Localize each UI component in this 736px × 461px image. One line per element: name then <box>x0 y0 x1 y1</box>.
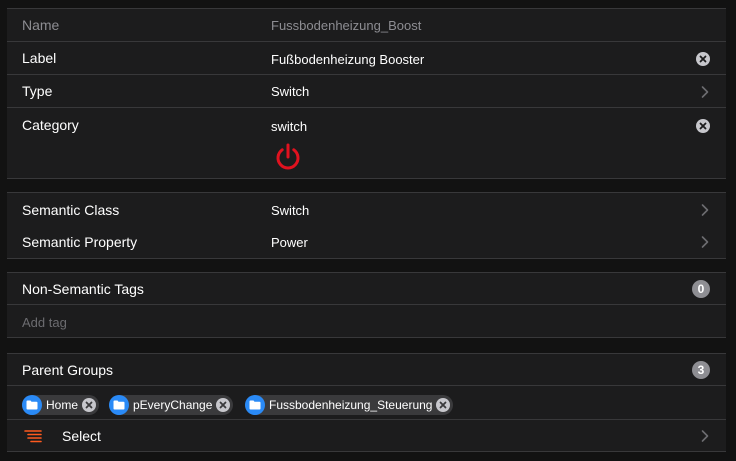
semantic-property-row[interactable]: Semantic Property Power <box>7 226 726 258</box>
type-row[interactable]: Type Switch <box>7 75 726 107</box>
groups-count-badge: 3 <box>692 361 710 379</box>
clear-category-icon[interactable] <box>696 119 710 133</box>
semantic-class-value: Switch <box>271 203 310 218</box>
groups-header-row: Parent Groups 3 <box>7 354 726 385</box>
select-groups-row[interactable]: Select <box>7 420 726 451</box>
remove-chip-icon[interactable] <box>436 398 451 412</box>
label-label: Label <box>22 50 57 66</box>
groups-chips-row: Home pEveryChange Fussbodenheizung_Steue… <box>7 386 726 419</box>
semantic-property-value: Power <box>271 235 308 250</box>
name-row: Name Fussbodenheizung_Boost <box>7 9 726 41</box>
tags-title: Non-Semantic Tags <box>22 281 144 297</box>
item-basics-section: Name Fussbodenheizung_Boost Label Fußbod… <box>7 8 726 179</box>
chevron-right-icon[interactable] <box>700 429 710 443</box>
folder-icon <box>245 395 265 415</box>
remove-chip-icon[interactable] <box>216 398 231 412</box>
chevron-right-icon[interactable] <box>700 203 710 217</box>
group-chip-fussbodenheizung-steuerung[interactable]: Fussbodenheizung_Steuerung <box>245 395 454 415</box>
type-label: Type <box>22 83 53 99</box>
tags-count-badge: 0 <box>692 280 710 298</box>
group-chip-peverychange[interactable]: pEveryChange <box>109 395 234 415</box>
clear-label-icon[interactable] <box>696 52 710 66</box>
remove-chip-icon[interactable] <box>82 398 97 412</box>
list-select-icon <box>24 429 42 443</box>
groups-title: Parent Groups <box>22 362 114 378</box>
semantic-property-label: Semantic Property <box>22 234 138 250</box>
group-chip-label: Fussbodenheizung_Steuerung <box>269 398 433 412</box>
label-row[interactable]: Label Fußbodenheizung Booster <box>7 42 726 74</box>
add-tag-row[interactable]: Add tag <box>7 305 726 337</box>
tags-header-row: Non-Semantic Tags 0 <box>7 273 726 304</box>
chevron-right-icon[interactable] <box>700 235 710 249</box>
add-tag-input[interactable]: Add tag <box>22 315 67 330</box>
category-row[interactable]: Category switch <box>7 108 726 178</box>
folder-icon <box>22 395 42 415</box>
label-input[interactable]: Fußbodenheizung Booster <box>271 52 424 67</box>
semantic-class-label: Semantic Class <box>22 202 120 218</box>
semantic-class-row[interactable]: Semantic Class Switch <box>7 193 726 225</box>
tags-section: Non-Semantic Tags 0 Add tag <box>7 272 726 338</box>
parent-groups-section: Parent Groups 3 Home pEveryChange Fussbo… <box>7 353 726 452</box>
select-groups-label: Select <box>62 428 101 444</box>
type-value: Switch <box>271 84 310 99</box>
category-input[interactable]: switch <box>271 119 307 134</box>
group-chip-label: Home <box>46 398 79 412</box>
group-chip-label: pEveryChange <box>133 398 213 412</box>
group-chip-home[interactable]: Home <box>22 395 100 415</box>
item-properties-page: Name Fussbodenheizung_Boost Label Fußbod… <box>0 0 736 461</box>
power-icon <box>274 142 302 172</box>
name-value: Fussbodenheizung_Boost <box>271 18 422 33</box>
semantics-section: Semantic Class Switch Semantic Property … <box>7 192 726 259</box>
chevron-right-icon[interactable] <box>700 85 710 99</box>
category-label: Category <box>22 117 79 133</box>
folder-icon <box>109 395 129 415</box>
name-label: Name <box>22 17 60 33</box>
